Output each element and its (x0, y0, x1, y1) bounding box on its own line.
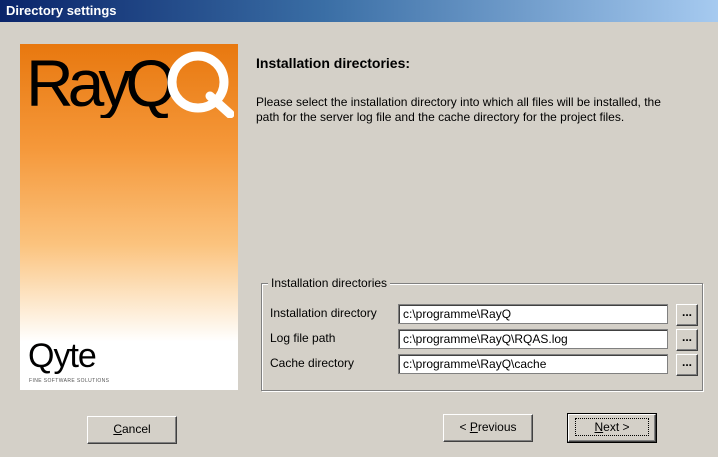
group-legend: Installation directories (268, 276, 391, 290)
title-bar: Directory settings (0, 0, 718, 22)
cancel-label-rest: ancel (121, 422, 151, 436)
page-description: Please select the installation directory… (256, 95, 661, 124)
log-file-path-label: Log file path (270, 331, 336, 345)
cache-directory-label: Cache directory (270, 356, 355, 370)
page-heading: Installation directories: (256, 55, 411, 71)
qyte-logo: Qyte (28, 337, 97, 375)
cache-directory-browse-button[interactable]: ... (676, 354, 698, 376)
rayq-logo: RayQ (26, 48, 234, 118)
cache-directory-input[interactable] (398, 354, 668, 374)
installation-directory-input[interactable] (398, 304, 668, 324)
log-file-path-input[interactable] (398, 329, 668, 349)
company-tagline: FINE SOFTWARE SOLUTIONS (29, 378, 110, 384)
installation-directory-label: Installation directory (270, 306, 377, 320)
next-button[interactable]: Next > (567, 413, 657, 443)
installation-directory-browse-button[interactable]: ... (676, 304, 698, 326)
previous-mnemonic: P (469, 420, 478, 434)
next-focus-rect: Next > (575, 418, 649, 436)
brand-banner: RayQ Qyte FINE SOFTWARE SOLUTIONS (20, 44, 238, 390)
svg-text:Qyte: Qyte (28, 337, 96, 375)
cancel-button[interactable]: Cancel (87, 416, 177, 444)
previous-button[interactable]: < Previous (443, 414, 533, 442)
cancel-mnemonic: C (113, 422, 122, 436)
next-mnemonic: N (594, 420, 604, 434)
log-file-path-browse-button[interactable]: ... (676, 329, 698, 351)
previous-prefix: < (459, 420, 470, 434)
window-title: Directory settings (6, 3, 117, 18)
next-label-rest: ext > (603, 420, 630, 434)
svg-text:RayQ: RayQ (26, 48, 174, 118)
previous-label-rest: revious (477, 420, 517, 434)
